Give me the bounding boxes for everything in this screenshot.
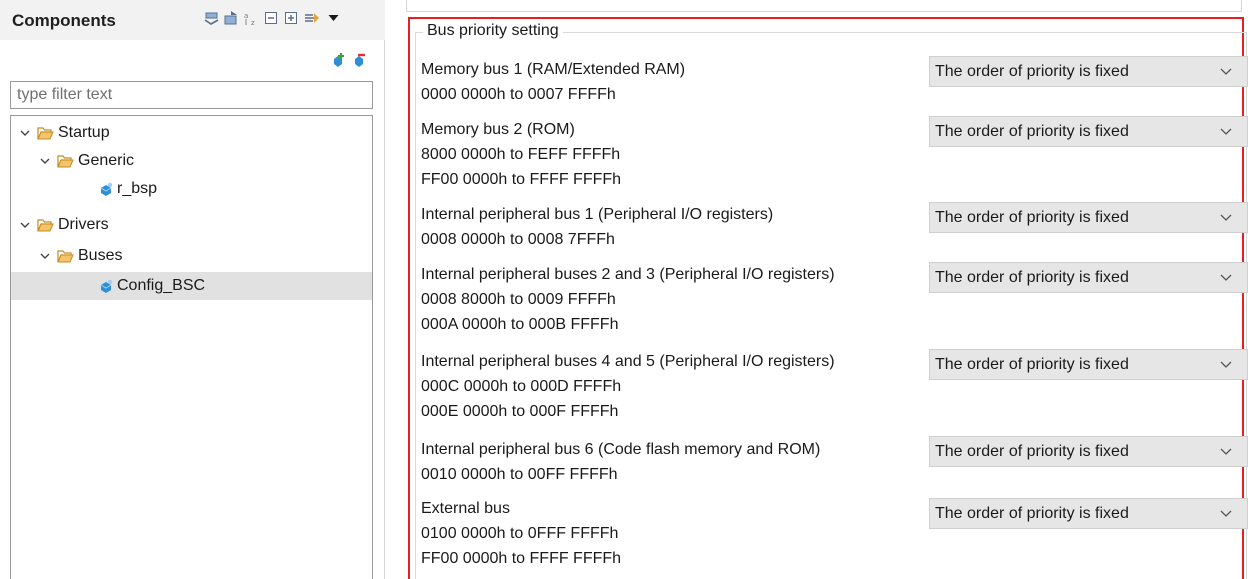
priority-dropdown-internal-peripheral-bus-1[interactable]: The order of priority is fixed (929, 202, 1248, 233)
svg-text:z: z (251, 19, 255, 26)
setting-memory-bus-1: Memory bus 1 (RAM/Extended RAM) 0000 000… (421, 57, 685, 107)
chevron-down-icon[interactable] (1220, 213, 1232, 223)
setting-internal-peripheral-bus-1: Internal peripheral bus 1 (Peripheral I/… (421, 202, 773, 252)
dropdown-value: The order of priority is fixed (935, 208, 1129, 226)
collapse-all-icon[interactable] (263, 10, 280, 26)
priority-dropdown-external-bus[interactable]: The order of priority is fixed (929, 498, 1248, 529)
expand-node-icon[interactable] (283, 10, 300, 26)
tree-item-label: Buses (78, 247, 123, 264)
dropdown-value: The order of priority is fixed (935, 122, 1129, 140)
chevron-down-icon[interactable] (39, 250, 51, 262)
dropdown-value: The order of priority is fixed (935, 442, 1129, 460)
tree-item-label: Generic (78, 152, 135, 169)
address-range: 000A 0000h to 000B FFFFh (421, 316, 619, 333)
chevron-down-icon[interactable] (1220, 273, 1232, 283)
dropdown-value: The order of priority is fixed (935, 62, 1129, 80)
folder-open-icon (37, 126, 54, 140)
setting-internal-peripheral-bus-6: Internal peripheral bus 6 (Code flash me… (421, 437, 820, 487)
chevron-down-icon[interactable] (19, 127, 31, 139)
add-component-icon[interactable] (330, 52, 346, 68)
svg-text:a: a (244, 12, 248, 20)
address-range: 0008 8000h to 0009 FFFFh (421, 291, 616, 308)
chevron-down-icon[interactable] (1220, 447, 1232, 457)
link-with-editor-icon[interactable] (303, 10, 320, 26)
setting-external-bus: External bus 0100 0000h to 0FFF FFFFh FF… (421, 496, 621, 571)
address-range: 0010 0000h to 00FF FFFFh (421, 466, 618, 483)
setting-label: External bus (421, 500, 510, 517)
setting-memory-bus-2: Memory bus 2 (ROM) 8000 0000h to FEFF FF… (421, 117, 621, 192)
address-range: 0000 0000h to 0007 FFFFh (421, 86, 616, 103)
priority-dropdown-memory-bus-2[interactable]: The order of priority is fixed (929, 116, 1248, 147)
tree-item-config-bsc[interactable]: Config_BSC (11, 272, 372, 300)
tree-item-label: r_bsp (117, 180, 158, 197)
tree-item-drivers[interactable]: Drivers (11, 211, 372, 239)
setting-label: Memory bus 2 (ROM) (421, 121, 575, 138)
setting-label: Internal peripheral buses 4 and 5 (Perip… (421, 353, 835, 370)
view-header: Components az (0, 0, 385, 40)
priority-dropdown-internal-peripheral-bus-6[interactable]: The order of priority is fixed (929, 436, 1248, 467)
tree-item-startup[interactable]: Startup (11, 119, 372, 147)
address-range: 0008 0000h to 0008 7FFFh (421, 231, 615, 248)
chevron-down-icon[interactable] (1220, 360, 1232, 370)
setting-internal-peripheral-buses-2-3: Internal peripheral buses 2 and 3 (Perip… (421, 262, 835, 337)
component-icon (98, 278, 114, 294)
view-menu-icon[interactable] (325, 10, 339, 26)
collapse-tree-icon[interactable] (223, 10, 240, 26)
components-view: Components az type filter text Startup G… (0, 0, 385, 579)
component-tree[interactable]: Startup Generic r_bsp Drivers Buses Conf… (10, 115, 373, 579)
view-toolbar: az (203, 9, 340, 27)
tree-item-buses[interactable]: Buses (11, 242, 372, 270)
tree-item-label: Drivers (58, 216, 109, 233)
folder-open-icon (57, 249, 74, 263)
tree-item-generic[interactable]: Generic (11, 147, 372, 175)
folder-open-icon (57, 154, 74, 168)
address-range: 8000 0000h to FEFF FFFFh (421, 146, 621, 163)
setting-label: Internal peripheral bus 6 (Code flash me… (421, 441, 821, 458)
setting-label: Memory bus 1 (RAM/Extended RAM) (421, 61, 686, 78)
priority-dropdown-internal-peripheral-buses-2-3[interactable]: The order of priority is fixed (929, 262, 1248, 293)
group-title: Bus priority setting (423, 22, 563, 40)
setting-label: Internal peripheral bus 1 (Peripheral I/… (421, 206, 774, 223)
chevron-down-icon[interactable] (1220, 509, 1232, 519)
component-icon (98, 181, 114, 197)
chevron-down-icon[interactable] (1220, 127, 1232, 137)
priority-dropdown-memory-bus-1[interactable]: The order of priority is fixed (929, 56, 1248, 87)
tree-item-label: Startup (58, 124, 110, 141)
address-range: 000E 0000h to 000F FFFFh (421, 403, 619, 420)
priority-dropdown-internal-peripheral-buses-4-5[interactable]: The order of priority is fixed (929, 349, 1248, 380)
expand-all-icon[interactable] (203, 10, 220, 26)
panel-frame (406, 0, 1242, 12)
setting-internal-peripheral-buses-4-5: Internal peripheral buses 4 and 5 (Perip… (421, 349, 835, 424)
dropdown-value: The order of priority is fixed (935, 355, 1129, 373)
address-range: FF00 0000h to FFFF FFFFh (421, 171, 622, 188)
config-panel: Bus priority setting Memory bus 1 (RAM/E… (386, 0, 1248, 579)
setting-label: Internal peripheral buses 2 and 3 (Perip… (421, 266, 835, 283)
component-toolbar (325, 52, 367, 68)
chevron-down-icon[interactable] (1220, 67, 1232, 77)
chevron-down-icon[interactable] (39, 155, 51, 167)
tree-item-label: Config_BSC (117, 277, 206, 294)
address-range: 000C 0000h to 000D FFFFh (421, 378, 622, 395)
folder-open-icon (37, 218, 54, 232)
remove-component-icon[interactable] (351, 52, 367, 68)
dropdown-value: The order of priority is fixed (935, 504, 1129, 522)
address-range: FF00 0000h to FFFF FFFFh (421, 550, 622, 567)
address-range: 0100 0000h to 0FFF FFFFh (421, 525, 619, 542)
tree-item-r-bsp[interactable]: r_bsp (11, 175, 372, 203)
sort-alphabetically-icon[interactable]: az (243, 10, 260, 26)
dropdown-value: The order of priority is fixed (935, 268, 1129, 286)
chevron-down-icon[interactable] (19, 219, 31, 231)
filter-input[interactable] (10, 81, 373, 109)
view-title: Components (12, 11, 116, 30)
